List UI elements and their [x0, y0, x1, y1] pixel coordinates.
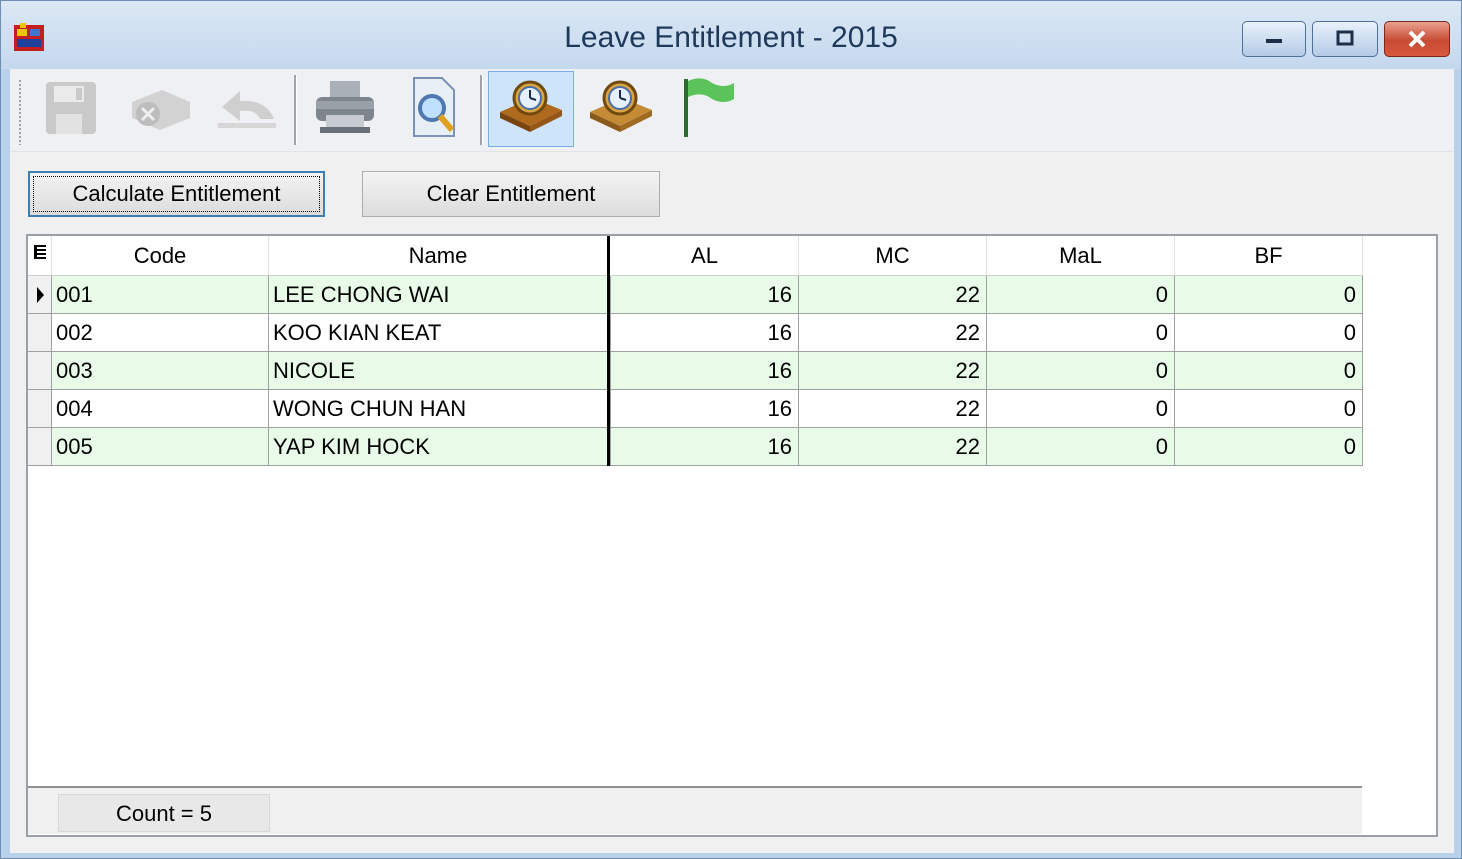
toolbar [10, 69, 1454, 152]
table-row[interactable]: 003 NICOLE 16 22 0 0 [28, 352, 1363, 390]
column-header-al[interactable]: AL [611, 236, 799, 276]
cell-mal[interactable]: 0 [987, 314, 1175, 352]
cell-code[interactable]: 005 [52, 428, 269, 466]
cell-mal[interactable]: 0 [987, 352, 1175, 390]
leave-schedule-button[interactable] [582, 71, 660, 147]
clear-entitlement-button[interactable]: Clear Entitlement [362, 171, 660, 217]
toolbar-separator [294, 75, 297, 145]
cell-al[interactable]: 16 [611, 390, 799, 428]
cell-bf[interactable]: 0 [1175, 390, 1363, 428]
cell-mc[interactable]: 22 [799, 428, 987, 466]
grid-footer: Count = 5 [28, 786, 1362, 834]
leave-entitlement-window: Leave Entitlement - 2015 Calculate Entit… [0, 0, 1462, 859]
restore-button[interactable] [1312, 21, 1378, 57]
finish-button[interactable] [666, 71, 744, 147]
cell-name[interactable]: KOO KIAN KEAT [269, 314, 611, 352]
cell-al[interactable]: 16 [611, 428, 799, 466]
close-button[interactable] [1384, 21, 1450, 57]
minimize-icon [1243, 22, 1305, 56]
cell-code[interactable]: 004 [52, 390, 269, 428]
cell-mc[interactable]: 22 [799, 352, 987, 390]
calculate-leave-button[interactable] [488, 71, 574, 147]
frozen-column-divider[interactable] [607, 236, 610, 466]
cell-al[interactable]: 16 [611, 352, 799, 390]
cell-name[interactable]: YAP KIM HOCK [269, 428, 611, 466]
row-selector[interactable] [28, 390, 52, 428]
record-count: Count = 5 [58, 794, 270, 832]
print-button[interactable] [306, 71, 384, 147]
cell-bf[interactable]: 0 [1175, 276, 1363, 314]
cell-mc[interactable]: 22 [799, 276, 987, 314]
cell-name[interactable]: LEE CHONG WAI [269, 276, 611, 314]
flag-icon [672, 75, 738, 144]
row-selector[interactable] [28, 352, 52, 390]
column-chooser-button[interactable] [28, 236, 52, 276]
cell-al[interactable]: 16 [611, 314, 799, 352]
title-bar[interactable]: Leave Entitlement - 2015 [1, 1, 1461, 69]
save-button[interactable] [32, 71, 110, 147]
table-row[interactable]: 005 YAP KIM HOCK 16 22 0 0 [28, 428, 1363, 466]
cell-mal[interactable]: 0 [987, 390, 1175, 428]
cancel-button[interactable] [120, 71, 198, 147]
client-area: Calculate Entitlement Clear Entitlement … [10, 69, 1454, 853]
undo-button[interactable] [208, 71, 286, 147]
print-preview-icon [402, 74, 464, 145]
cell-code[interactable]: 003 [52, 352, 269, 390]
cell-al[interactable]: 16 [611, 276, 799, 314]
cell-bf[interactable]: 0 [1175, 314, 1363, 352]
cell-name[interactable]: WONG CHUN HAN [269, 390, 611, 428]
cell-mal[interactable]: 0 [987, 428, 1175, 466]
toolbar-separator [480, 75, 483, 145]
cell-code[interactable]: 001 [52, 276, 269, 314]
row-selector[interactable] [28, 428, 52, 466]
calculate-entitlement-button[interactable]: Calculate Entitlement [28, 171, 325, 217]
column-header-mc[interactable]: MC [799, 236, 987, 276]
column-header-mal[interactable]: MaL [987, 236, 1175, 276]
cell-bf[interactable]: 0 [1175, 428, 1363, 466]
cell-mal[interactable]: 0 [987, 276, 1175, 314]
row-selector[interactable] [28, 276, 52, 314]
toolbar-grip[interactable] [18, 79, 22, 145]
undo-icon [212, 77, 282, 142]
column-header-name[interactable]: Name [269, 236, 608, 276]
column-header-code[interactable]: Code [52, 236, 269, 276]
entitlement-grid[interactable]: Code Name AL MC MaL BF 001 LEE CHONG WAI… [26, 234, 1438, 837]
cell-mc[interactable]: 22 [799, 390, 987, 428]
print-preview-button[interactable] [394, 71, 472, 147]
clock-book-icon [586, 76, 656, 143]
cancel-icon [124, 76, 194, 143]
minimize-button[interactable] [1242, 21, 1306, 57]
clock-book-icon [496, 76, 566, 143]
table-row[interactable]: 002 KOO KIAN KEAT 16 22 0 0 [28, 314, 1363, 352]
clear-entitlement-label: Clear Entitlement [426, 181, 596, 206]
table-row[interactable]: 004 WONG CHUN HAN 16 22 0 0 [28, 390, 1363, 428]
current-row-icon [37, 287, 44, 303]
close-icon [1385, 22, 1449, 56]
restore-icon [1313, 22, 1377, 56]
focus-rect [33, 176, 320, 212]
cell-name[interactable]: NICOLE [269, 352, 611, 390]
cell-code[interactable]: 002 [52, 314, 269, 352]
cell-bf[interactable]: 0 [1175, 352, 1363, 390]
cell-mc[interactable]: 22 [799, 314, 987, 352]
save-icon [40, 76, 102, 143]
table-row[interactable]: 001 LEE CHONG WAI 16 22 0 0 [28, 276, 1363, 314]
row-selector[interactable] [28, 314, 52, 352]
column-header-bf[interactable]: BF [1175, 236, 1363, 276]
print-icon [310, 75, 380, 144]
